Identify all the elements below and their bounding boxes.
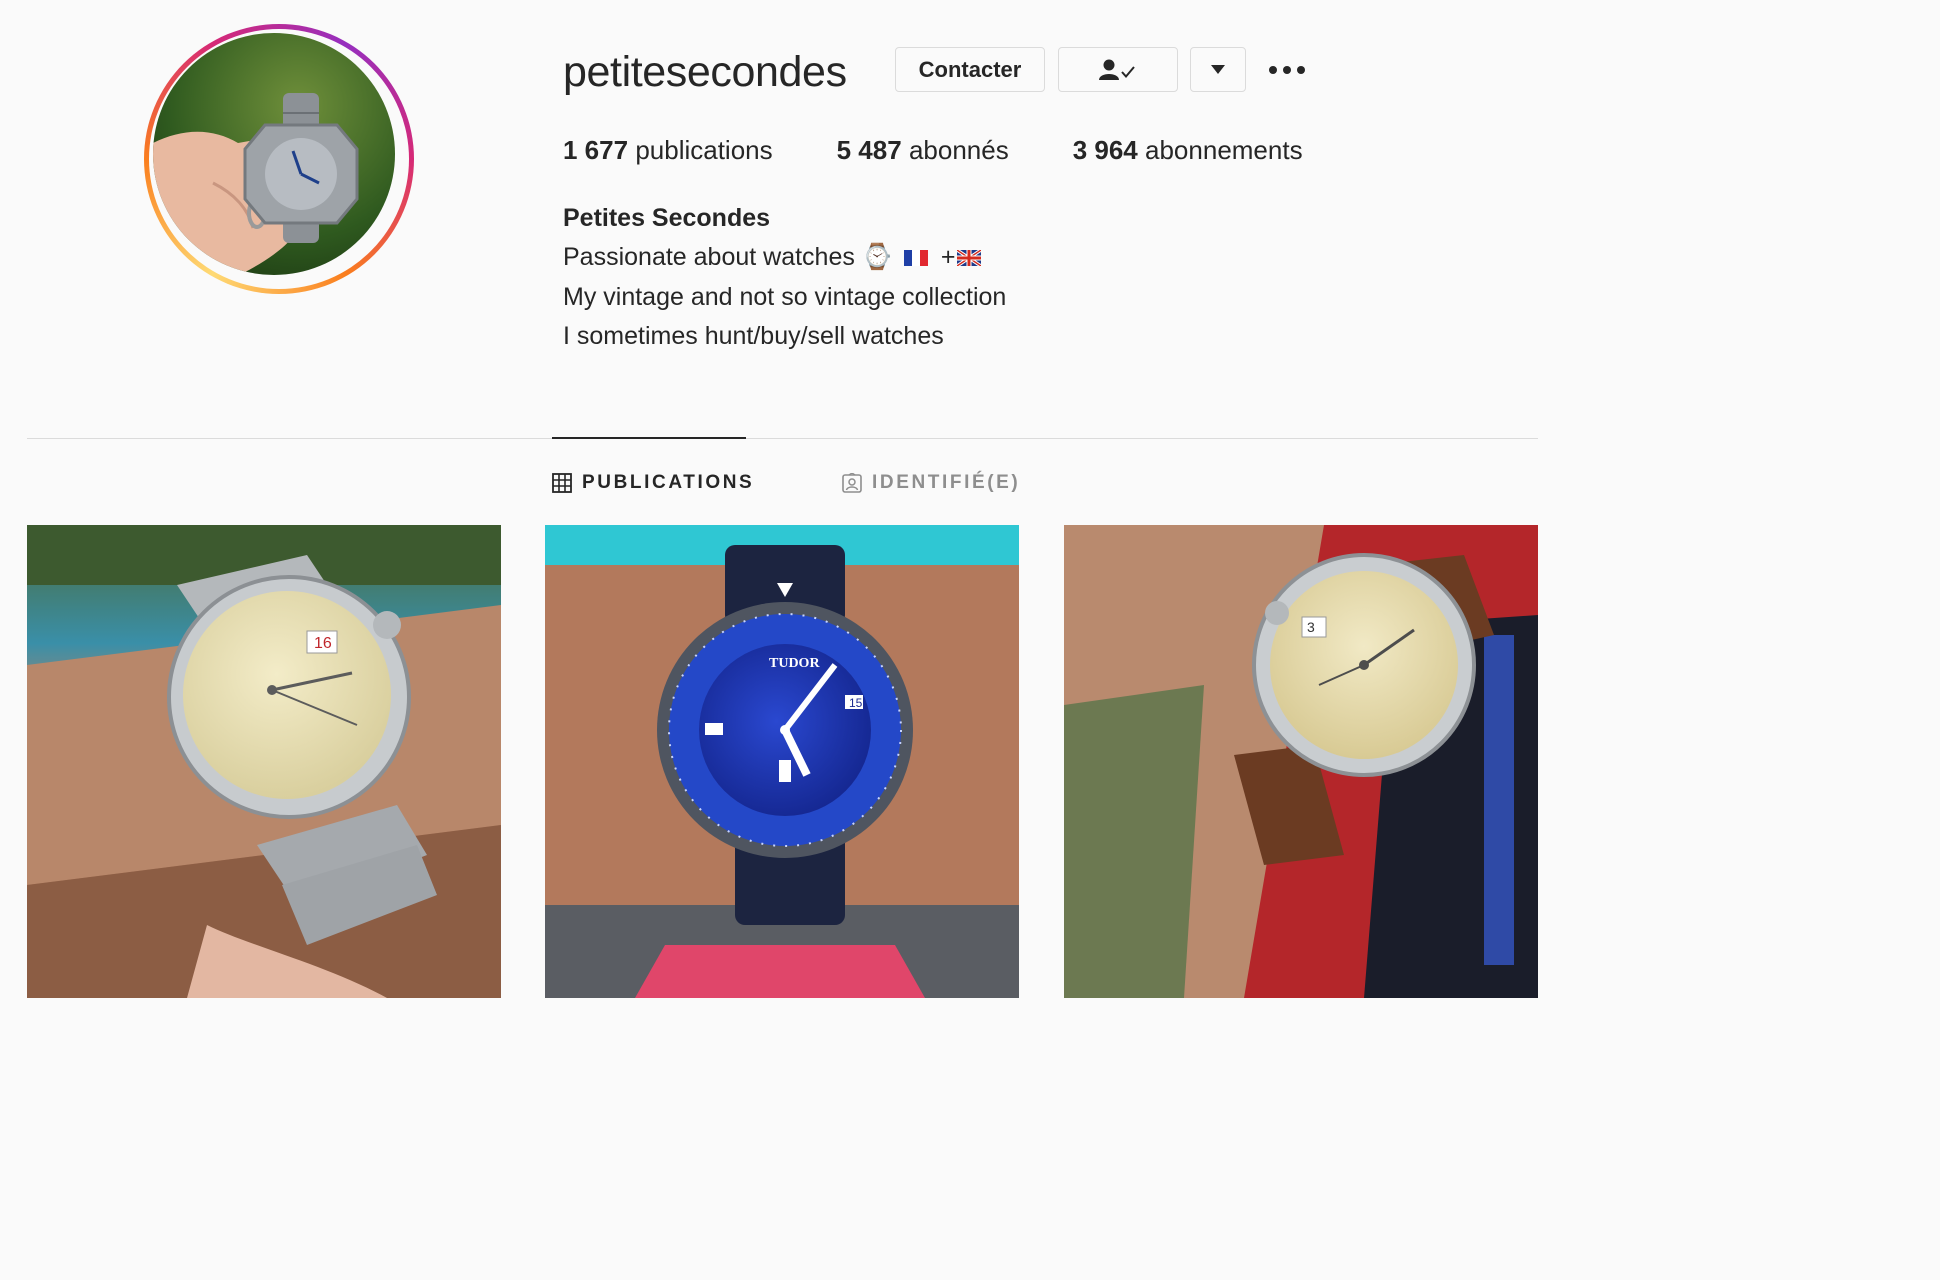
- svg-text:15: 15: [849, 696, 863, 710]
- bio-line-3: I sometimes hunt/buy/sell watches: [563, 321, 944, 350]
- person-check-icon: [1098, 58, 1138, 82]
- tabs-divider: [27, 438, 1538, 439]
- contact-button[interactable]: Contacter: [895, 47, 1045, 92]
- france-flag-icon: [903, 239, 928, 278]
- stat-followers[interactable]: 5 487 abonnés: [837, 134, 1009, 166]
- svg-text:TUDOR: TUDOR: [769, 656, 820, 671]
- post-thumbnail[interactable]: 16: [27, 525, 501, 998]
- tagged-person-icon: [842, 473, 862, 493]
- caret-down-icon: [1211, 64, 1225, 75]
- profile-avatar[interactable]: [144, 24, 414, 294]
- watch-photo: TUDOR 15: [545, 525, 1019, 998]
- active-tab-indicator: [552, 437, 746, 439]
- post-thumbnail[interactable]: 3: [1064, 525, 1538, 998]
- stat-publications[interactable]: 1 677 publications: [563, 134, 773, 166]
- profile-stats: 1 677 publications 5 487 abonnés 3 964 a…: [563, 134, 1367, 166]
- following-button[interactable]: [1058, 47, 1178, 92]
- suggestions-dropdown-button[interactable]: [1190, 47, 1246, 92]
- uk-flag-icon: [956, 239, 983, 278]
- grid-icon: [552, 473, 572, 493]
- more-options-icon: [1268, 65, 1306, 75]
- tab-tagged[interactable]: IDENTIFIÉ(E): [842, 466, 1020, 500]
- more-options-button[interactable]: [1265, 55, 1309, 85]
- svg-text:3: 3: [1307, 619, 1315, 635]
- profile-bio: Petites Secondes Passionate about watche…: [563, 199, 1006, 356]
- tab-publications[interactable]: PUBLICATIONS: [552, 466, 754, 500]
- watch-photo: 3: [1064, 525, 1538, 998]
- watch-photo: 16: [27, 525, 501, 998]
- bio-line-1: Passionate about watches ⌚ +: [563, 238, 1006, 278]
- profile-username: petitesecondes: [563, 48, 847, 96]
- avatar-photo: [153, 33, 395, 275]
- bio-line-2: My vintage and not so vintage collection: [563, 282, 1007, 311]
- bio-name: Petites Secondes: [563, 204, 771, 232]
- svg-text:16: 16: [314, 635, 332, 652]
- stat-following[interactable]: 3 964 abonnements: [1073, 134, 1303, 166]
- tab-tagged-label: IDENTIFIÉ(E): [872, 472, 1021, 493]
- post-thumbnail[interactable]: TUDOR 15: [545, 525, 1019, 998]
- tab-publications-label: PUBLICATIONS: [582, 472, 755, 493]
